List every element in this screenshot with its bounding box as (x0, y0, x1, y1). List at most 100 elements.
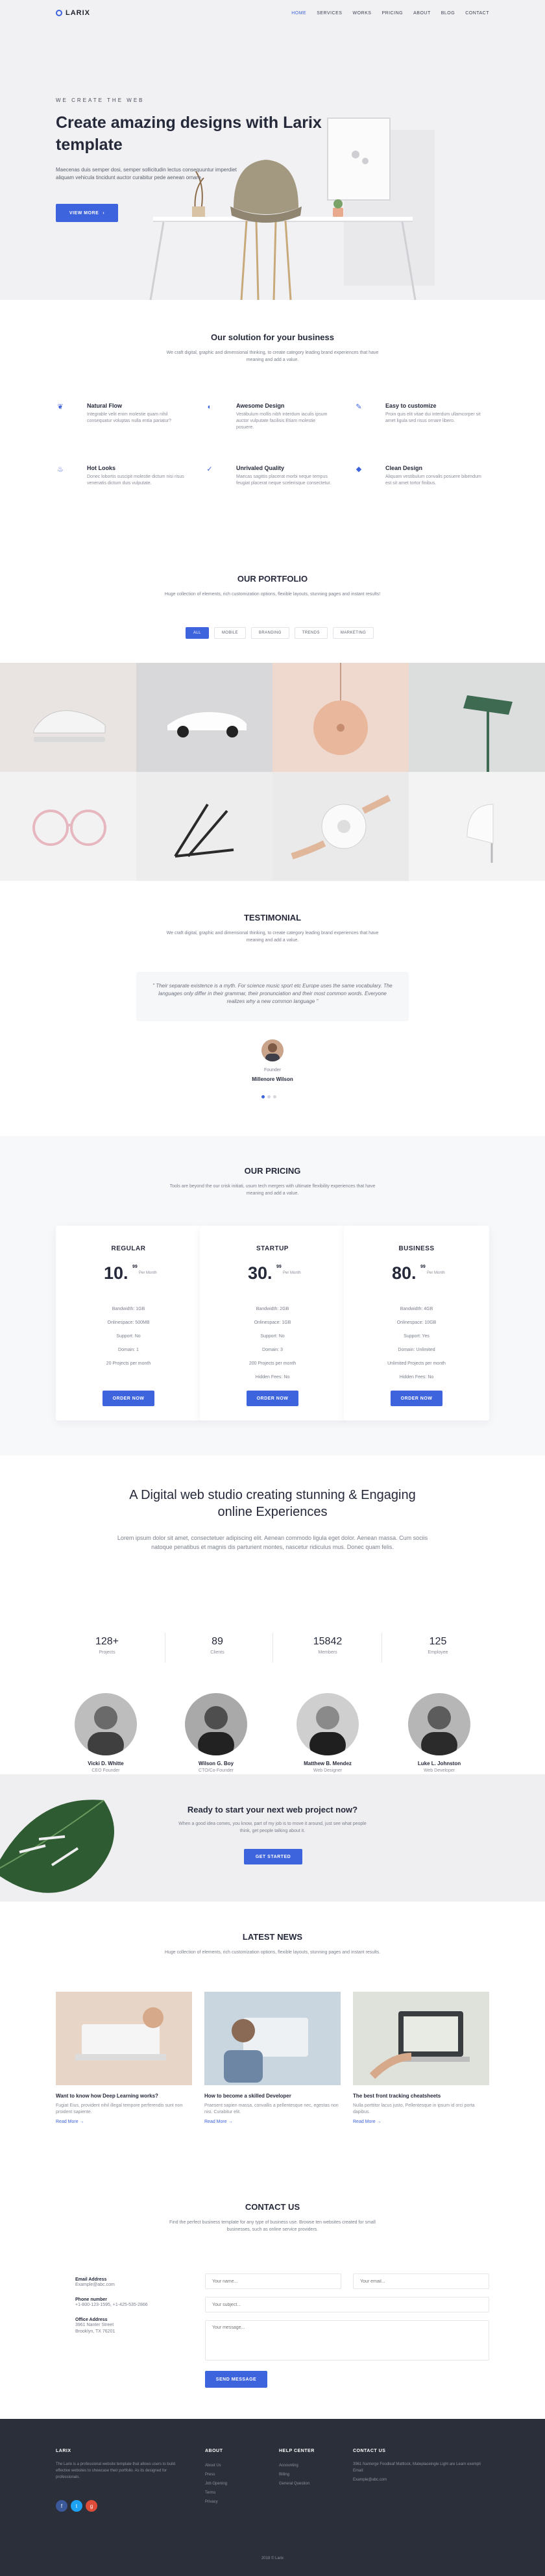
plan-feature: Bandwidth: 4GB (400, 1307, 433, 1311)
testimonial-subtitle: We craft digital, graphic and dimensiona… (166, 931, 379, 943)
filter-marketing[interactable]: MARKETING (332, 627, 374, 639)
plan-feature: Hidden Fees: No (399, 1375, 434, 1380)
social-links: f t g (56, 2500, 186, 2512)
google-icon[interactable]: g (86, 2500, 97, 2512)
nav-link-contact[interactable]: CONTACT (465, 11, 489, 16)
team-avatar (297, 1693, 359, 1755)
filter-all[interactable]: ALL (186, 627, 209, 639)
filter-branding[interactable]: BRANDING (250, 627, 289, 639)
footer-link[interactable]: About Us (205, 2461, 227, 2470)
news-card: Want to know how Deep Learning works? Fu… (56, 1992, 192, 2124)
nav-link-blog[interactable]: BLOG (441, 11, 455, 16)
read-more-link[interactable]: Read More → (204, 2120, 341, 2124)
pager-dot[interactable] (261, 1095, 265, 1098)
name-input[interactable] (205, 2273, 341, 2289)
news-image[interactable] (353, 1992, 489, 2085)
filter-trends[interactable]: TRENDS (294, 627, 328, 639)
stat-value: 125 (429, 1636, 447, 1647)
footer-link[interactable]: Press (205, 2470, 227, 2479)
footer-link[interactable]: Terms (205, 2488, 227, 2497)
portfolio-item-glasses[interactable] (0, 772, 136, 881)
footer-about-title: ABOUT (205, 2449, 223, 2453)
wrench-icon: ✎ (356, 403, 362, 411)
footer-brand: LARIX (56, 2449, 71, 2453)
check-badge-icon: ✓ (206, 465, 213, 473)
team-name: Luke L. Johnston (417, 1761, 461, 1766)
team-role: Web Designer (313, 1768, 343, 1773)
phone-value[interactable]: +1-800-123-1595, +1-425-535-2866 (75, 2302, 192, 2309)
twitter-icon[interactable]: t (71, 2500, 82, 2512)
news-post-title[interactable]: Want to know how Deep Learning works? (56, 2093, 192, 2099)
plan-feature: Hidden Fees: No (255, 1375, 290, 1380)
nav-link-about[interactable]: ABOUT (413, 11, 431, 16)
news-image[interactable] (56, 1992, 192, 2085)
portfolio-item-toy-car[interactable] (136, 663, 272, 772)
contact-subtitle: Find the perfect business template for a… (169, 2220, 376, 2232)
brand-logo[interactable]: LARIX (56, 9, 90, 17)
footer-link[interactable]: Privacy (205, 2497, 227, 2507)
team-member: Vicki D. Whitte CEO Founder (70, 1693, 141, 1773)
order-now-button[interactable]: ORDER NOW (391, 1391, 442, 1406)
news-post-title[interactable]: The best front tracking cheatsheets (353, 2093, 489, 2099)
portfolio-item-white-lamp[interactable] (409, 772, 545, 881)
studio-text: Lorem ipsum dolor sit amet, consectetuer… (117, 1535, 428, 1550)
email-input[interactable] (353, 2273, 489, 2289)
footer-about-column: ABOUT About Us Press Job Opening Terms P… (205, 2449, 227, 2507)
footer-brand-column: LARIX The Larix is a professional websit… (56, 2449, 186, 2512)
plan-period: Per Month (283, 1271, 301, 1275)
plan-period: Per Month (427, 1271, 445, 1275)
portfolio-item-mug-hands[interactable] (272, 772, 409, 881)
portfolio-item-sneaker[interactable] (0, 663, 136, 772)
cta-text: When a good idea comes, you know, part o… (178, 1822, 367, 1833)
nav-link-works[interactable]: WORKS (352, 11, 371, 16)
nav-link-pricing[interactable]: PRICING (382, 11, 403, 16)
plan-feature: Unlimited Projects per month (387, 1361, 446, 1366)
portfolio-item-green-lamp[interactable] (409, 663, 545, 772)
mug-hands-image (272, 772, 409, 881)
solution-subtitle: We craft digital, graphic and dimensiona… (166, 351, 379, 362)
portfolio-subtitle: Huge collection of elements, rich custom… (164, 592, 381, 597)
pager-dot[interactable] (267, 1095, 271, 1098)
plan-features: Bandwidth: 4GB Onlinespace: 10GB Support… (344, 1302, 489, 1384)
subject-input[interactable] (205, 2297, 489, 2312)
plan-cents: 99 (276, 1265, 282, 1269)
footer-link[interactable]: Job Opening (205, 2479, 227, 2488)
read-more-link[interactable]: Read More → (56, 2120, 192, 2124)
plan-feature: 20 Projects per month (106, 1361, 151, 1366)
team-member: Luke L. Johnston Web Developer (404, 1693, 475, 1773)
portfolio-item-chair-legs[interactable] (136, 772, 272, 881)
gem-icon: ◆ (356, 465, 362, 473)
email-value[interactable]: Example@abc.com (75, 2282, 192, 2288)
plan-feature: Bandwidth: 2GB (256, 1307, 289, 1311)
news-title: LATEST NEWS (242, 1932, 303, 1942)
news-post-title[interactable]: How to become a skilled Developer (204, 2093, 341, 2099)
portfolio-item-pendant-lamp[interactable] (272, 663, 409, 772)
facebook-icon[interactable]: f (56, 2500, 67, 2512)
send-message-button[interactable]: SEND MESSAGE (205, 2371, 267, 2388)
studio-title: A Digital web studio creating stunning &… (129, 1488, 416, 1519)
feature-text: Proin quis elit vitae dui interdum ullam… (385, 412, 481, 423)
view-more-button[interactable]: VIEW MORE › (56, 204, 118, 222)
nav-link-services[interactable]: SERVICES (317, 11, 342, 16)
feature-text: Maecas sagittis placerat morbi neque tem… (236, 475, 332, 486)
filter-mobile[interactable]: MOBILE (213, 627, 246, 639)
order-now-button[interactable]: ORDER NOW (247, 1391, 298, 1406)
footer-link[interactable]: Billing (279, 2470, 315, 2479)
order-now-button[interactable]: ORDER NOW (103, 1391, 154, 1406)
message-textarea[interactable] (205, 2320, 489, 2360)
cta-section (0, 1774, 545, 1901)
footer-contact-column: CONTACT US 3961 Nanterge Foodleaf Mattlo… (353, 2449, 489, 2483)
news-image[interactable] (204, 1992, 341, 2085)
nav-link-home[interactable]: HOME (291, 11, 306, 16)
pager-dot[interactable] (273, 1095, 276, 1098)
get-started-button[interactable]: GET STARTED (244, 1849, 302, 1864)
footer-contact-email[interactable]: Example@abc.com (353, 2477, 489, 2483)
testimonial-avatar (261, 1039, 284, 1061)
flame-icon: ♨ (57, 465, 64, 473)
news-post-text: Praesent sapien massa, convallis a pelle… (204, 2103, 339, 2114)
landing-page: WE CREATE THE WEB Create amazing designs… (0, 0, 545, 2576)
monstera-leaf-image (0, 1800, 114, 1893)
read-more-link[interactable]: Read More → (353, 2120, 489, 2124)
footer-link[interactable]: Accounting (279, 2461, 315, 2470)
footer-link[interactable]: General Question (279, 2479, 315, 2488)
